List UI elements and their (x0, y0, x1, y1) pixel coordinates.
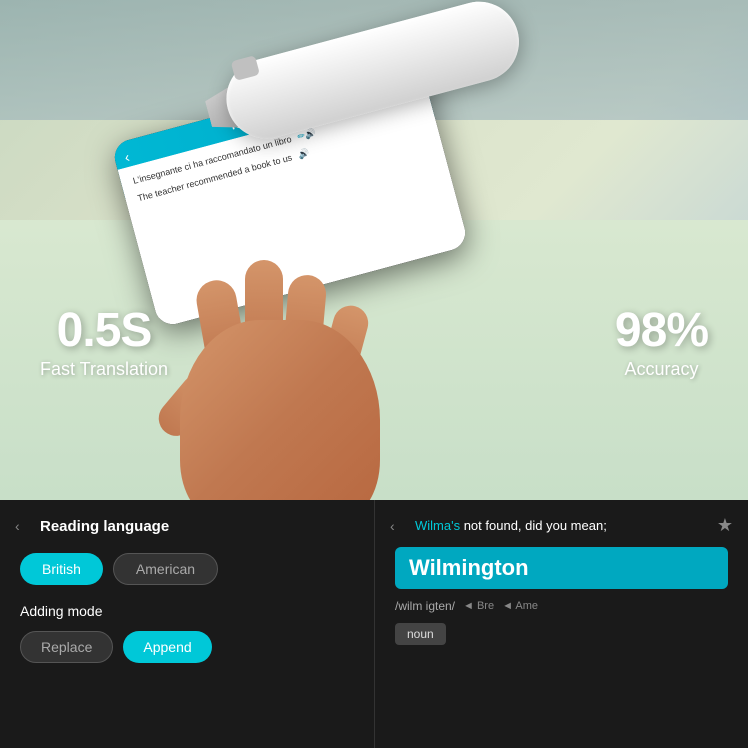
phonetic-text: /wilm igten/ (395, 599, 455, 613)
not-found-text: not found, did you mean; (460, 518, 607, 533)
word-type-badge: noun (395, 623, 446, 645)
left-panel-back-icon[interactable]: ‹ (15, 518, 20, 534)
ame-speaker-icon[interactable]: ◄ Ame (502, 600, 538, 612)
right-panel-back-icon[interactable]: ‹ (390, 518, 395, 534)
adding-mode-title: Adding mode (20, 603, 354, 619)
hero-section: ‹ Text translation L'insegnante ci ha ra… (0, 0, 748, 500)
palm (180, 320, 380, 500)
word-lookup-panel: ‹ ★ Wilma's not found, did you mean; Wil… (374, 500, 748, 748)
stat-accuracy-label: Accuracy (615, 359, 708, 380)
phonetic-row: /wilm igten/ ◄ Bre ◄ Ame (395, 599, 728, 613)
replace-button[interactable]: Replace (20, 631, 113, 663)
language-buttons: British American (20, 553, 354, 585)
favorite-star-icon[interactable]: ★ (717, 515, 733, 536)
stat-speed-label: Fast Translation (40, 359, 168, 380)
stat-accuracy: 98% Accuracy (615, 307, 708, 380)
left-panel-title: Reading language (40, 518, 354, 535)
search-word-highlight: Wilma's (415, 518, 460, 533)
stat-speed-number: 0.5S (40, 307, 168, 355)
british-button[interactable]: British (20, 553, 103, 585)
bottom-panels: ‹ Reading language British American Addi… (0, 500, 748, 748)
append-button[interactable]: Append (123, 631, 211, 663)
american-button[interactable]: American (113, 553, 218, 585)
mode-buttons: Replace Append (20, 631, 354, 663)
stat-speed: 0.5S Fast Translation (40, 307, 168, 380)
stat-accuracy-number: 98% (615, 307, 708, 355)
suggested-word: Wilmington (395, 547, 728, 589)
reading-language-panel: ‹ Reading language British American Addi… (0, 500, 374, 748)
not-found-message: Wilma's not found, did you mean; (415, 518, 728, 533)
bre-speaker-icon[interactable]: ◄ Bre (463, 600, 494, 612)
